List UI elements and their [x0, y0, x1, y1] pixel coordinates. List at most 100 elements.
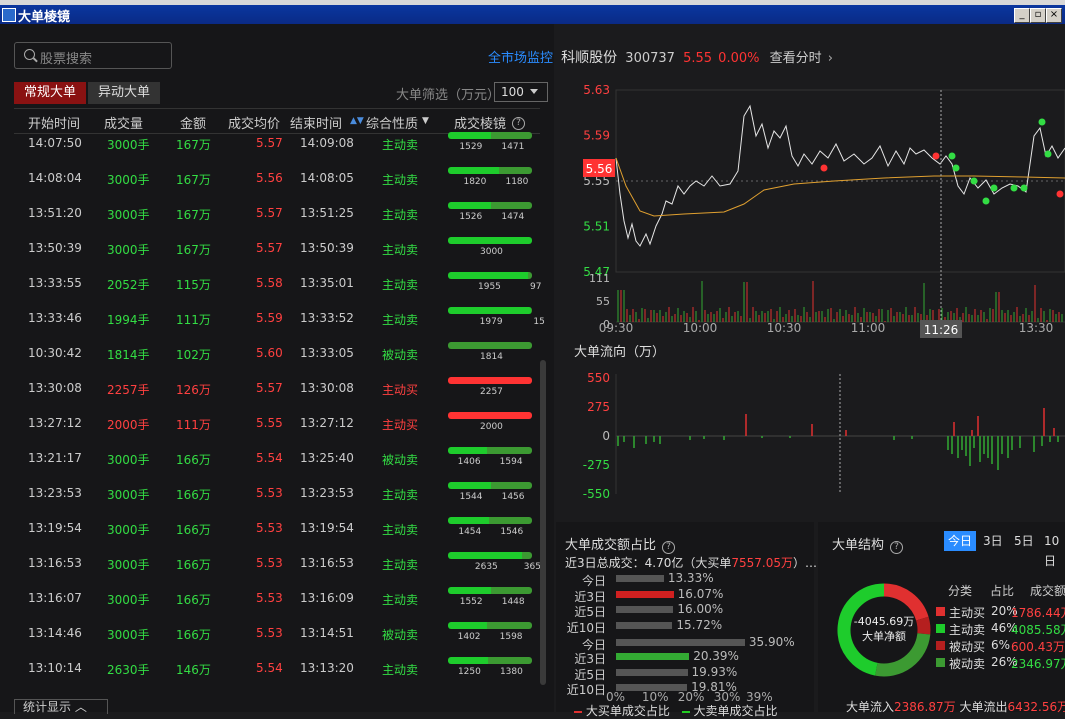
- table-row[interactable]: 14:08:04 3000手 167万 5.56 14:08:05 主动卖 1820 1180: [14, 162, 540, 197]
- row-nature: 主动卖: [382, 173, 419, 187]
- big-order-marker[interactable]: [1044, 150, 1052, 158]
- tab-3d[interactable]: 3日: [979, 531, 1007, 551]
- table-row[interactable]: 13:27:12 2000手 111万 5.55 13:27:12 主动买 2000: [14, 407, 540, 442]
- row-end-time: 13:25:40: [300, 451, 354, 465]
- filter-select[interactable]: 100: [494, 82, 548, 102]
- donut-center: -4045.69万 大单净额: [842, 614, 926, 644]
- table-row[interactable]: 13:30:08 2257手 126万 5.57 13:30:08 主动买 2257: [14, 372, 540, 407]
- row-start-time: 13:33:55: [28, 276, 82, 290]
- big-order-marker[interactable]: [932, 152, 940, 160]
- prism-bar: [448, 412, 532, 419]
- tab-today[interactable]: 今日: [944, 531, 977, 551]
- prism-segment-a: [448, 342, 532, 349]
- big-order-marker[interactable]: [1038, 118, 1046, 126]
- prism-segment-a: [448, 657, 488, 664]
- flow-tick: -275: [583, 458, 610, 472]
- table-row[interactable]: 13:14:46 3000手 166万 5.53 13:14:51 被动卖 1402 1598: [14, 617, 540, 652]
- row-volume: 2257手: [107, 383, 150, 397]
- prism-label-a: 1979: [479, 317, 503, 327]
- ratio-bar: [616, 669, 688, 676]
- table-row[interactable]: 13:51:20 3000手 167万 5.57 13:51:25 主动卖 1526 1474: [14, 197, 540, 232]
- dropdown-icon[interactable]: ▼: [422, 116, 429, 126]
- row-nature: 被动卖: [382, 628, 419, 642]
- big-order-marker[interactable]: [970, 177, 978, 185]
- prism-segment-a: [448, 622, 488, 629]
- prism-segment-a: [448, 377, 532, 384]
- big-order-marker[interactable]: [820, 164, 828, 172]
- row-amount: 126万: [176, 383, 211, 397]
- help-icon[interactable]: ?: [890, 541, 904, 554]
- scrollbar[interactable]: [540, 360, 546, 685]
- table-row[interactable]: 13:33:55 2052手 115万 5.58 13:35:01 主动卖 1955 97: [14, 267, 541, 302]
- ratio-bar: [616, 606, 674, 613]
- table-row[interactable]: 13:50:39 3000手 167万 5.57 13:50:39 主动卖 3000: [14, 232, 540, 267]
- ratio-value: 15.72%: [676, 618, 723, 632]
- prism-segment-a: [448, 237, 532, 244]
- flow-chart-title: 大单流向（万）: [574, 344, 665, 360]
- table-row[interactable]: 13:21:17 3000手 166万 5.54 13:25:40 被动卖 1406 1594: [14, 442, 540, 477]
- sort-icon[interactable]: ▲▼: [350, 116, 364, 126]
- table-row[interactable]: 13:16:53 3000手 166万 5.53 13:16:53 主动卖 2635 365: [14, 547, 541, 582]
- stock-header: 全市场监控 科顺股份 300737 5.55 0.00% 查看分时 ›: [488, 47, 833, 67]
- market-monitor-link[interactable]: 全市场监控: [488, 51, 553, 66]
- more-icon[interactable]: …: [805, 556, 817, 570]
- intraday-chart-svg[interactable]: 5.635.595.555.515.475.5611155009:30 10:00…: [554, 76, 1065, 520]
- row-end-time: 13:30:08: [300, 381, 354, 395]
- prism-segment-b: [487, 622, 532, 629]
- table-row[interactable]: 13:19:54 3000手 166万 5.53 13:19:54 主动卖 1454 1546: [14, 512, 540, 547]
- tab-abnormal-big-orders[interactable]: 异动大单: [88, 82, 161, 104]
- prism-segment-a: [448, 447, 488, 454]
- ratio-bar: [616, 575, 664, 582]
- search-icon: [24, 49, 35, 60]
- row-volume: 3000手: [107, 523, 150, 537]
- flow-tick: 275: [587, 400, 610, 414]
- prism-label-b: 1474: [501, 212, 525, 222]
- row-start-time: 13:50:39: [28, 241, 82, 255]
- row-start-time: 13:19:54: [28, 521, 82, 535]
- tab-5d[interactable]: 5日: [1010, 531, 1038, 551]
- big-order-marker[interactable]: [1056, 190, 1064, 198]
- legend-sell: 大卖单成交占比: [693, 704, 778, 718]
- maximize-icon[interactable]: ▫: [1030, 8, 1046, 23]
- prism-label-b: 15: [533, 317, 545, 327]
- row-volume: 2052手: [107, 278, 150, 292]
- big-order-marker[interactable]: [1020, 184, 1028, 192]
- cursor-time-label: 11:26: [924, 323, 959, 337]
- close-icon[interactable]: ×: [1046, 8, 1062, 23]
- table-row[interactable]: 13:10:14 2630手 146万 5.54 13:13:20 主动卖 1250 1380: [14, 652, 540, 687]
- time-tick: 10:00: [683, 321, 718, 335]
- table-row[interactable]: 13:23:53 3000手 166万 5.53 13:23:53 主动卖 1544 1456: [14, 477, 540, 512]
- table-row[interactable]: 10:30:42 1814手 102万 5.60 13:33:05 被动卖 1814: [14, 337, 540, 372]
- chevron-down-icon[interactable]: [530, 89, 538, 94]
- tab-regular-big-orders[interactable]: 常规大单: [14, 82, 87, 104]
- ratio-value: 13.33%: [667, 571, 714, 585]
- legend-amount: 2346.97万: [1011, 657, 1065, 671]
- table-row[interactable]: 13:16:07 3000手 166万 5.53 13:16:09 主动卖 1552 1448: [14, 582, 540, 617]
- big-order-marker[interactable]: [982, 197, 990, 205]
- tab-10d[interactable]: 10日: [1040, 531, 1065, 568]
- stock-search-input[interactable]: [14, 42, 172, 69]
- row-avg-price: 5.53: [256, 521, 283, 535]
- chevron-right-icon[interactable]: ›: [828, 51, 833, 66]
- ratio-value: 16.07%: [677, 587, 724, 601]
- flow-summary: 大单流入2386.87万 大单流出6432.56万: [846, 698, 1065, 715]
- prism-label-a: 1820: [463, 177, 487, 187]
- big-order-marker[interactable]: [952, 164, 960, 172]
- help-icon[interactable]: ?: [662, 541, 676, 554]
- table-row[interactable]: 14:07:50 3000手 167万 5.57 14:09:08 主动卖 1529 1471: [14, 127, 540, 162]
- table-row[interactable]: 13:33:46 1994手 111万 5.59 13:33:52 主动卖 1979 15: [14, 302, 545, 337]
- prism-label-b: 1380: [499, 667, 523, 677]
- prism-segment-b: [491, 587, 532, 594]
- prism-label-b: 1546: [500, 527, 524, 537]
- row-nature: 主动卖: [382, 243, 419, 257]
- view-timeshare-link[interactable]: 查看分时: [770, 51, 822, 66]
- big-order-marker[interactable]: [1010, 184, 1018, 192]
- minimize-icon[interactable]: _: [1014, 8, 1030, 23]
- big-order-marker[interactable]: [990, 184, 998, 192]
- net-amount-value: -4045.69万: [853, 615, 915, 628]
- big-order-marker[interactable]: [948, 152, 956, 160]
- prism-label-a: 2635: [474, 562, 498, 572]
- row-end-time: 13:19:54: [300, 521, 354, 535]
- row-avg-price: 5.53: [256, 591, 283, 605]
- header-amount: 成交额: [1030, 584, 1065, 598]
